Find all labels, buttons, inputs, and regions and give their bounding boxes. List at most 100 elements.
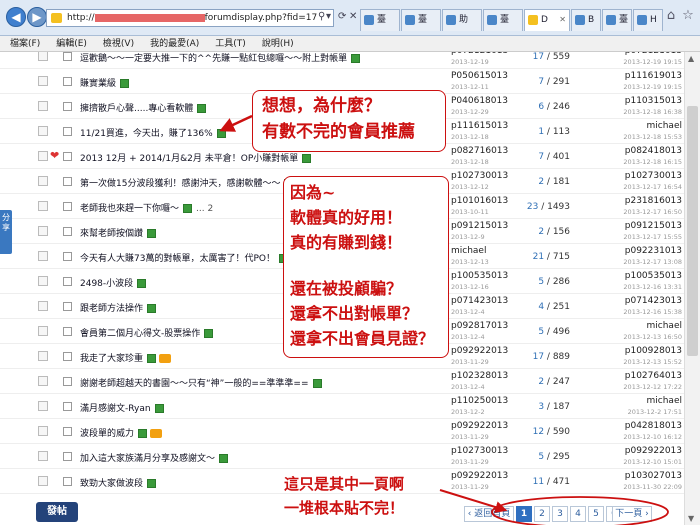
thread-title[interactable]: 賺實業級 bbox=[80, 76, 130, 89]
thread-checkbox[interactable] bbox=[63, 77, 72, 86]
thread-checkbox[interactable] bbox=[63, 127, 72, 136]
thread-title-text[interactable]: 滿月感謝文-Ryan bbox=[80, 404, 151, 414]
menu-tools[interactable]: 工具(T) bbox=[205, 36, 252, 50]
thread-checkbox[interactable] bbox=[63, 302, 72, 311]
last-poster[interactable]: p072121013 bbox=[598, 52, 682, 56]
forward-button[interactable]: ▶ bbox=[27, 7, 47, 27]
thread-title[interactable]: 第一次做15分波段獲利！感謝沖天，感謝軟體～～ bbox=[80, 176, 294, 189]
thread-pages[interactable]: ... 2 bbox=[196, 204, 213, 214]
browser-tab-active[interactable]: D ✕ bbox=[524, 9, 570, 31]
thread-checkbox[interactable] bbox=[63, 352, 72, 361]
last-poster[interactable]: p092231013 bbox=[598, 246, 682, 256]
thread-title[interactable]: 擁擠散戶心聲.....專心看軟體 bbox=[80, 101, 207, 114]
thread-checkbox[interactable] bbox=[63, 177, 72, 186]
table-row[interactable]: 加入這大家族滿月分享及感謝文～ p102730013 2013-11-29 5 / 2… bbox=[0, 445, 684, 469]
new-post-button[interactable]: 發帖 bbox=[36, 502, 78, 522]
thread-title-text[interactable]: 老師我也來趕一下你囉～ bbox=[80, 204, 179, 214]
menu-favorites[interactable]: 我的最愛(A) bbox=[140, 36, 205, 50]
thread-title-text[interactable]: 第一次做15分波段獲利！感謝沖天，感謝軟體～～ bbox=[80, 179, 280, 189]
browser-tab[interactable]: 臺 bbox=[401, 9, 441, 31]
last-poster[interactable]: p042818013 bbox=[598, 421, 682, 431]
thread-title[interactable]: 加入這大家族滿月分享及感謝文～ bbox=[80, 451, 229, 464]
thread-title-text[interactable]: 11/21買進，今天出，賺了136% bbox=[80, 129, 213, 139]
thread-checkbox[interactable] bbox=[63, 52, 72, 61]
thread-checkbox[interactable] bbox=[63, 377, 72, 386]
pager-page-4[interactable]: 4 bbox=[570, 506, 586, 522]
thread-checkbox[interactable] bbox=[63, 477, 72, 486]
thread-title-text[interactable]: 加入這大家族滿月分享及感謝文～ bbox=[80, 454, 215, 464]
thread-title[interactable]: 滿月感謝文-Ryan bbox=[80, 401, 164, 414]
last-poster[interactable]: p103027013 bbox=[598, 471, 682, 481]
thread-title-text[interactable]: 逗歡鵝～～一定要大推一下的^^先賺一點紅包總囉～～附上對帳單 bbox=[80, 54, 347, 64]
thread-title[interactable]: 波段單的威力 bbox=[80, 426, 163, 439]
thread-author[interactable]: michael bbox=[451, 246, 486, 256]
stop-icon[interactable]: ✕ bbox=[349, 11, 357, 22]
menu-help[interactable]: 說明(H) bbox=[252, 36, 300, 50]
pager-next[interactable]: 下一頁 › bbox=[612, 506, 652, 522]
last-poster[interactable]: p111619013 bbox=[598, 71, 682, 81]
last-poster[interactable]: p231816013 bbox=[598, 196, 682, 206]
thread-title-text[interactable]: 波段單的威力 bbox=[80, 429, 134, 439]
thread-title-text[interactable]: 致勁大家做波段 bbox=[80, 479, 143, 489]
last-poster[interactable]: p100535013 bbox=[598, 271, 682, 281]
menu-view[interactable]: 檢視(V) bbox=[93, 36, 140, 50]
close-icon[interactable]: ✕ bbox=[559, 10, 566, 30]
search-icon[interactable]: ⚲ bbox=[318, 11, 325, 22]
last-poster[interactable]: p091215013 bbox=[598, 221, 682, 231]
thread-checkbox[interactable] bbox=[63, 102, 72, 111]
browser-tab[interactable]: 臺 bbox=[483, 9, 523, 31]
browser-tab[interactable]: B bbox=[571, 9, 601, 31]
thread-title[interactable]: 來幫老師按個讚 bbox=[80, 226, 157, 239]
pager-page-5[interactable]: 5 bbox=[588, 506, 604, 522]
thread-title-text[interactable]: 2498-小波段 bbox=[80, 279, 133, 289]
favorites-icon[interactable]: ☆ bbox=[679, 7, 697, 25]
last-poster[interactable]: p102730013 bbox=[598, 171, 682, 181]
scroll-up-icon[interactable]: ▲ bbox=[688, 54, 694, 63]
home-icon[interactable]: ⌂ bbox=[662, 7, 680, 25]
last-poster[interactable]: michael bbox=[598, 121, 682, 131]
last-poster[interactable]: p102764013 bbox=[598, 371, 682, 381]
thread-title[interactable]: 2498-小波段 bbox=[80, 276, 147, 289]
thread-title-text[interactable]: 擁擠散戶心聲.....專心看軟體 bbox=[80, 104, 193, 114]
last-poster[interactable]: p100928013 bbox=[598, 346, 682, 356]
thread-checkbox[interactable] bbox=[63, 327, 72, 336]
thread-title-text[interactable]: 2013 12月 + 2014/1月&2月 未平倉！OP小賺對帳單 bbox=[80, 154, 298, 164]
thread-checkbox[interactable] bbox=[63, 152, 72, 161]
browser-tab[interactable]: 臺 bbox=[602, 9, 632, 31]
thread-title[interactable]: 我走了大家珍重 bbox=[80, 351, 172, 364]
thread-title-text[interactable]: 我走了大家珍重 bbox=[80, 354, 143, 364]
last-poster[interactable]: p082418013 bbox=[598, 146, 682, 156]
menu-edit[interactable]: 編輯(E) bbox=[46, 36, 93, 50]
thread-title-text[interactable]: 今天有人大賺73萬的對帳單，太厲害了！代PO！ bbox=[80, 254, 275, 264]
share-tab[interactable]: 分享 bbox=[0, 210, 12, 254]
thread-title[interactable]: 老師我也來趕一下你囉～ ... 2 bbox=[80, 201, 213, 214]
thread-checkbox[interactable] bbox=[63, 402, 72, 411]
table-row[interactable]: 波段單的威力 p092922013 2013-11-29 12 / 590 p04281… bbox=[0, 420, 684, 444]
pager-page-3[interactable]: 3 bbox=[552, 506, 568, 522]
thread-checkbox[interactable] bbox=[63, 277, 72, 286]
thread-title[interactable]: 11/21買進，今天出，賺了136% bbox=[80, 126, 226, 139]
thread-title[interactable]: 跟老師方法操作 bbox=[80, 301, 157, 314]
vertical-scrollbar[interactable]: ▲ ▼ bbox=[684, 52, 700, 525]
scroll-down-icon[interactable]: ▼ bbox=[688, 514, 694, 523]
thread-checkbox[interactable] bbox=[63, 252, 72, 261]
thread-title[interactable]: 謝謝老師超越天的書園～～只有“神”一般的==準準準== bbox=[80, 376, 322, 389]
table-row[interactable]: 謝謝老師超越天的書園～～只有“神”一般的==準準準== p102328013 201… bbox=[0, 370, 684, 394]
thread-checkbox[interactable] bbox=[63, 452, 72, 461]
thread-checkbox[interactable] bbox=[63, 427, 72, 436]
browser-tab[interactable]: 助 bbox=[442, 9, 482, 31]
thread-title-text[interactable]: 謝謝老師超越天的書園～～只有“神”一般的==準準準== bbox=[80, 379, 309, 389]
scroll-thumb[interactable] bbox=[687, 106, 698, 356]
last-poster[interactable]: michael bbox=[598, 396, 682, 406]
refresh-icon[interactable]: ⟳ bbox=[338, 11, 346, 22]
thread-checkbox[interactable] bbox=[63, 202, 72, 211]
thread-title-text[interactable]: 會員第二個月心得文-股票操作 bbox=[80, 329, 200, 339]
last-poster[interactable]: michael bbox=[598, 321, 682, 331]
thread-title[interactable]: 2013 12月 + 2014/1月&2月 未平倉！OP小賺對帳單 bbox=[80, 151, 312, 164]
table-row[interactable]: 逗歡鵝～～一定要大推一下的^^先賺一點紅包總囉～～附上對帳單 p072121013… bbox=[0, 52, 684, 69]
browser-tab[interactable]: H bbox=[633, 9, 663, 31]
table-row[interactable]: 滿月感謝文-Ryan p110250013 2013-12-2 3 / 187 mich… bbox=[0, 395, 684, 419]
menu-file[interactable]: 檔案(F) bbox=[0, 36, 46, 50]
pager-page-1[interactable]: 1 bbox=[516, 506, 532, 522]
last-poster[interactable]: p110315013 bbox=[598, 96, 682, 106]
